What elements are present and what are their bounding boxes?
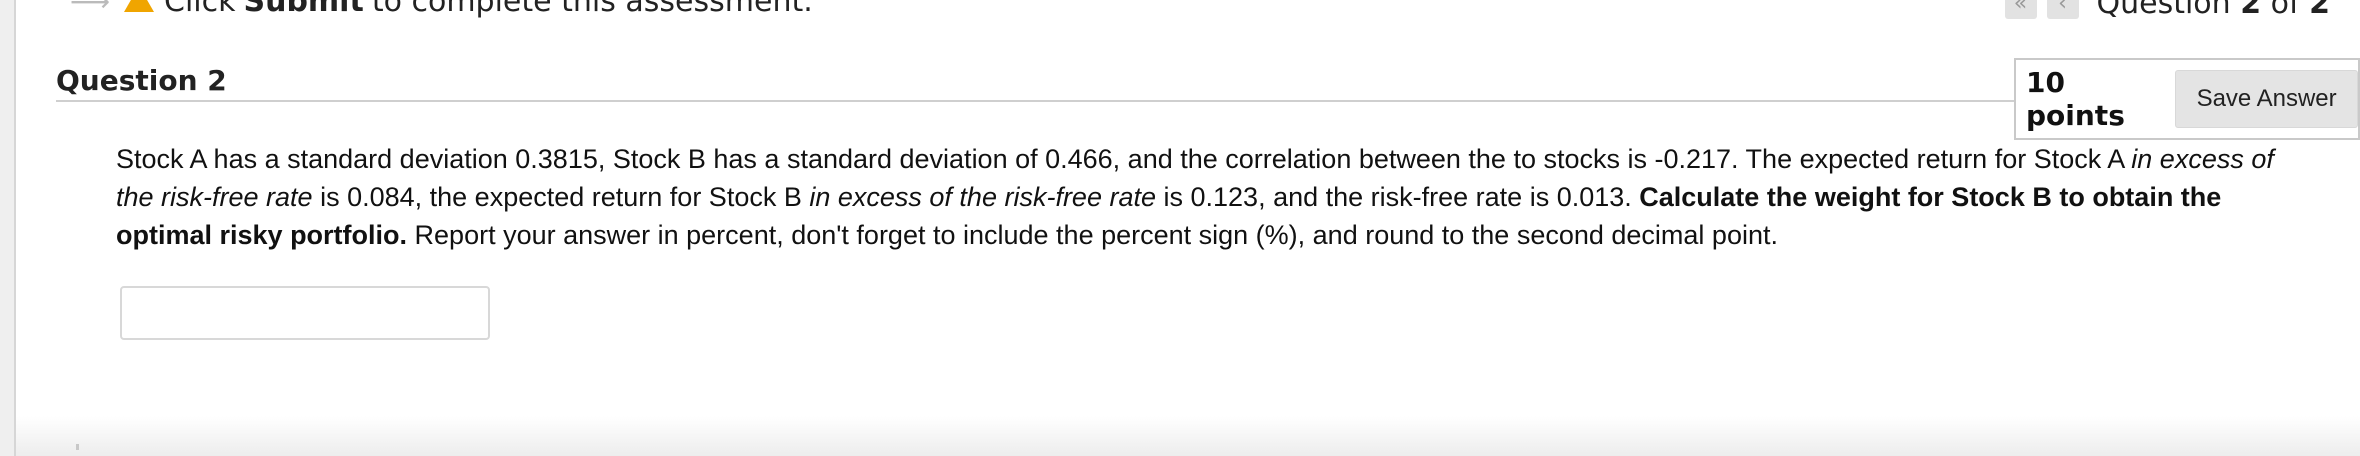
question-counter-of: of bbox=[2270, 0, 2300, 21]
points-label: 10 points bbox=[2026, 66, 2125, 132]
instruction-submit-word: Submit bbox=[243, 0, 364, 19]
warning-icon bbox=[124, 0, 154, 12]
question-text-part-1: Stock A has a standard deviation 0.3815,… bbox=[116, 144, 2132, 174]
question-text-part-3: is 0.123, and the risk-free rate is 0.01… bbox=[1156, 182, 1640, 212]
left-gutter bbox=[0, 0, 16, 456]
question-divider bbox=[56, 100, 2016, 102]
question-counter: Question 2 of 2 bbox=[2097, 0, 2331, 21]
arrow-icon: ⟶ bbox=[70, 0, 111, 18]
bottom-shadow bbox=[16, 416, 2360, 456]
scroll-marker bbox=[76, 444, 79, 450]
question-text-italic-2: in excess of the risk-free rate bbox=[809, 182, 1156, 212]
question-text-part-4: Report your answer in percent, don't for… bbox=[407, 220, 1778, 250]
submit-instruction: ⟶ Click Submit to complete this assessme… bbox=[70, 0, 813, 19]
question-title: Question 2 bbox=[56, 64, 227, 97]
double-chevron-left-icon[interactable]: « bbox=[2004, 0, 2037, 19]
question-text-part-2: is 0.084, the expected return for Stock … bbox=[312, 182, 810, 212]
question-navigation: « ‹ Question 2 of 2 bbox=[2004, 0, 2331, 21]
question-counter-prefix: Question bbox=[2096, 0, 2231, 21]
answer-input[interactable] bbox=[120, 286, 490, 340]
instruction-suffix: to complete this assessment. bbox=[371, 0, 813, 19]
chevron-left-icon[interactable]: ‹ bbox=[2046, 0, 2079, 19]
question-text: Stock A has a standard deviation 0.3815,… bbox=[116, 140, 2296, 254]
points-panel: 10 points Save Answer bbox=[2014, 58, 2360, 140]
instruction-prefix: Click bbox=[164, 0, 236, 19]
question-counter-current: 2 bbox=[2240, 0, 2262, 21]
assessment-page: ⟶ Click Submit to complete this assessme… bbox=[0, 0, 2360, 456]
save-answer-button[interactable]: Save Answer bbox=[2175, 70, 2358, 128]
question-counter-total: 2 bbox=[2309, 0, 2330, 21]
